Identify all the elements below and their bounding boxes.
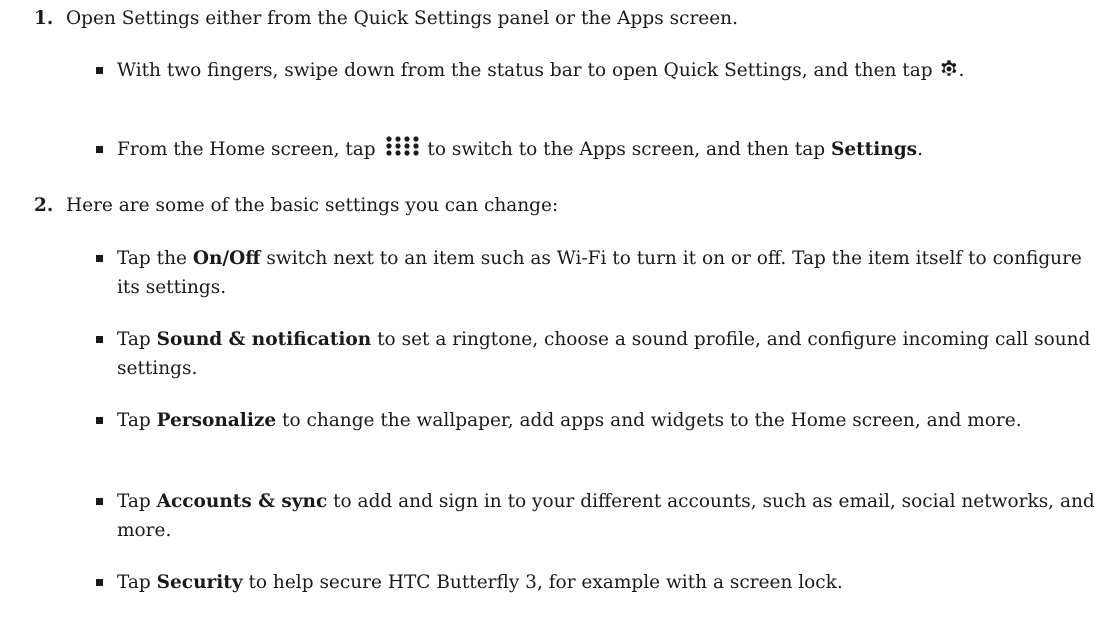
bullet-marker <box>96 498 103 505</box>
list-item-text: Tap the On/Off switch next to an item su… <box>117 248 1082 298</box>
bullet-marker <box>96 336 103 343</box>
bullet-marker <box>96 579 103 586</box>
document-page: 1. Open Settings either from the Quick S… <box>0 0 1114 639</box>
step-text: Open Settings either from the Quick Sett… <box>66 8 738 29</box>
step-text: Here are some of the basic settings you … <box>66 195 559 216</box>
list-item-text: Tap Sound & notification to set a ringto… <box>117 329 1091 379</box>
bullet-marker <box>96 417 103 424</box>
list-item-text: Tap Security to help secure HTC Butterfl… <box>117 572 843 593</box>
list-item-text: Tap Accounts & sync to add and sign in t… <box>117 491 1095 541</box>
bullet-marker <box>96 67 103 74</box>
bullet-marker <box>96 255 103 262</box>
apps-grid-icon <box>385 136 419 156</box>
list-item-text: Tap Personalize to change the wallpaper,… <box>117 410 1022 431</box>
bullet-marker <box>96 146 103 153</box>
list-item-text: From the Home screen, tap to switch to t… <box>117 135 1107 164</box>
list-item-text: With two fingers, swipe down from the st… <box>117 60 965 81</box>
gear-icon <box>940 60 956 76</box>
step-number: 2. <box>34 195 54 216</box>
step-number: 1. <box>34 8 54 29</box>
